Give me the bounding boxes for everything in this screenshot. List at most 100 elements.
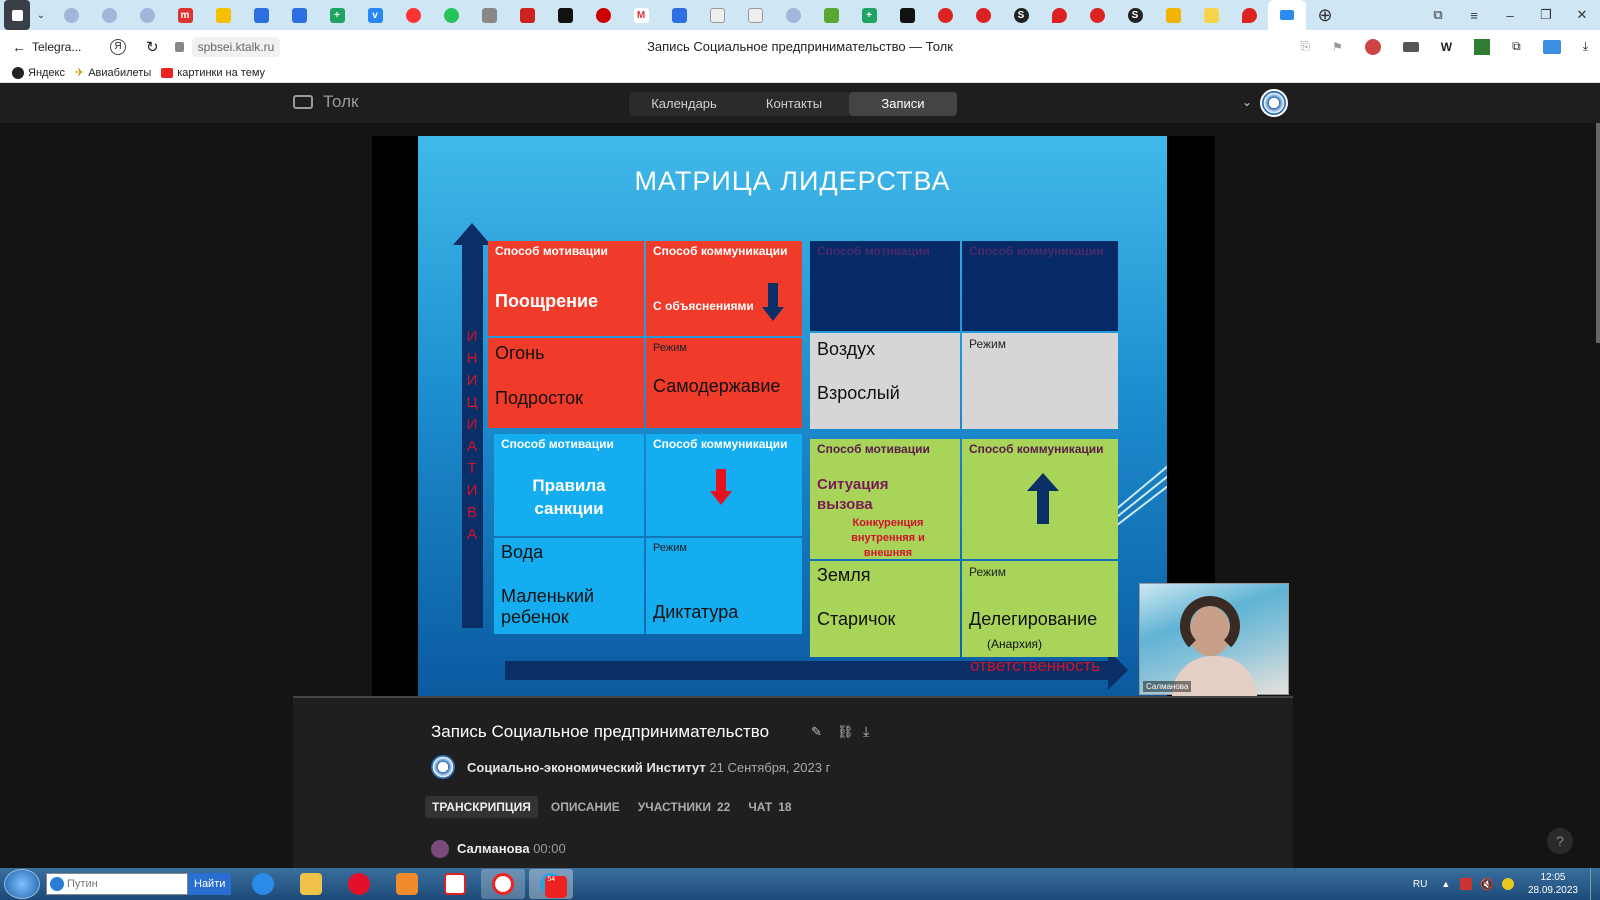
telegram-icon[interactable]: 54 (529, 869, 574, 899)
profile-dropdown-icon[interactable]: ⌄ (1242, 95, 1252, 109)
extension-icon[interactable] (1364, 38, 1381, 55)
tab-favicon-icon[interactable] (242, 0, 280, 30)
tab-favicon-icon[interactable] (280, 0, 318, 30)
bookmark-icon[interactable]: ⚑ (1332, 40, 1343, 54)
tab-favicon-icon[interactable] (1078, 0, 1116, 30)
yandex-icon[interactable]: Я (110, 38, 126, 55)
nav-calendar[interactable]: Календарь (629, 92, 739, 116)
tab-chat[interactable]: ЧАТ 18 (741, 796, 798, 818)
tab-favicon-icon[interactable]: v (356, 0, 394, 30)
tab-active-talk[interactable] (1268, 0, 1306, 30)
action-center-flag-icon[interactable] (1460, 878, 1473, 890)
tab-favicon-icon[interactable] (926, 0, 964, 30)
tab-favicon-icon[interactable] (964, 0, 1002, 30)
nav-contacts[interactable]: Контакты (739, 92, 849, 116)
tab-favicon-icon[interactable] (1230, 0, 1268, 30)
taskbar-search-input[interactable] (46, 873, 188, 895)
tab-favicon-icon[interactable] (470, 0, 508, 30)
start-button[interactable] (4, 869, 40, 899)
tab-transcription[interactable]: ТРАНСКРИПЦИЯ (425, 796, 538, 818)
tab-favicon-icon[interactable] (128, 0, 166, 30)
download-icon[interactable]: ⤓ (1583, 39, 1588, 54)
tab-favicon-icon[interactable] (1040, 0, 1078, 30)
extension-icon[interactable]: W (1441, 40, 1452, 54)
tab-favicon-icon[interactable] (812, 0, 850, 30)
new-tab-button[interactable]: ⊕ (1306, 0, 1344, 30)
back-tab-label[interactable]: Telegra... (32, 40, 88, 54)
tab-favicon-icon[interactable]: S (1116, 0, 1154, 30)
tab-favicon-icon[interactable] (584, 0, 622, 30)
reload-icon[interactable]: ↻ (146, 38, 159, 56)
org-name[interactable]: Социально-экономический Институт (467, 760, 706, 775)
acrobat-icon[interactable] (433, 869, 477, 899)
internet-explorer-icon[interactable] (241, 869, 285, 899)
tab-favicon-icon[interactable] (774, 0, 812, 30)
tray-app-icon[interactable] (1501, 878, 1514, 890)
bookmark-yandex[interactable]: Яндекс (28, 67, 65, 79)
tab-favicon-icon[interactable] (1154, 0, 1192, 30)
nav-records[interactable]: Записи (849, 92, 957, 116)
red-mode: Самодержавие (653, 376, 781, 396)
chevron-down-icon[interactable]: ⌄ (30, 0, 52, 30)
translate-icon[interactable]: ⎘ (1300, 39, 1310, 54)
sound-tab-icon[interactable] (4, 0, 30, 30)
tab-favicon-icon[interactable] (660, 0, 698, 30)
slide: МАТРИЦА ЛИДЕРСТВА И Н И Ц И А Т И В А от… (418, 136, 1167, 696)
download-icon[interactable]: ⤓ (863, 723, 869, 740)
speaker-video-thumbnail[interactable]: Салманова (1139, 583, 1289, 696)
media-player-icon[interactable] (385, 869, 429, 899)
edit-icon[interactable]: ✎ (811, 724, 822, 740)
tab-favicon-icon[interactable]: M (622, 0, 660, 30)
tab-favicon-icon[interactable] (90, 0, 128, 30)
tray-expand-icon[interactable]: ▲ (1441, 879, 1450, 889)
tab-favicon-icon[interactable] (432, 0, 470, 30)
yandex-browser-icon[interactable] (481, 869, 526, 899)
opera-icon[interactable] (337, 869, 381, 899)
pip-name: Салманова (1143, 681, 1192, 692)
video-player[interactable]: МАТРИЦА ЛИДЕРСТВА И Н И Ц И А Т И В А от… (0, 123, 1600, 698)
file-explorer-icon[interactable] (289, 869, 333, 899)
tab-favicon-icon[interactable] (508, 0, 546, 30)
tab-participants[interactable]: УЧАСТНИКИ 22 (631, 796, 738, 818)
tab-favicon-icon[interactable]: m (166, 0, 204, 30)
close-button[interactable]: ✕ (1564, 7, 1600, 23)
tab-favicon-icon[interactable]: + (318, 0, 356, 30)
url-field[interactable]: spbsei.ktalk.ru (191, 36, 281, 57)
clock[interactable]: 12:05 28.09.2023 (1528, 871, 1578, 897)
page-scrollbar[interactable] (1596, 123, 1600, 343)
tab-favicon-icon[interactable] (52, 0, 90, 30)
green-motivation-label: Способ мотивации (817, 442, 930, 456)
link-icon[interactable]: ⛓ (837, 724, 854, 740)
app-logo[interactable]: Толк (293, 92, 359, 112)
tab-favicon-icon[interactable] (394, 0, 432, 30)
extension-icon[interactable] (1402, 41, 1419, 52)
language-indicator[interactable]: RU (1413, 879, 1427, 890)
tab-favicon-icon[interactable]: S (1002, 0, 1040, 30)
recording-date: 21 Сентября, 2023 г (709, 760, 831, 775)
bookmark-pictures[interactable]: картинки на тему (177, 67, 265, 79)
tab-favicon-icon[interactable]: + (850, 0, 888, 30)
tab-favicon-icon[interactable] (698, 0, 736, 30)
tab-favicon-icon[interactable] (736, 0, 774, 30)
help-button[interactable]: ? (1547, 828, 1573, 854)
extension-icon[interactable] (1474, 38, 1491, 55)
tab-description[interactable]: ОПИСАНИЕ (544, 796, 627, 818)
extension-icon[interactable] (1542, 39, 1561, 54)
volume-muted-icon[interactable]: 🔇 (1480, 878, 1494, 891)
bookmark-flights[interactable]: Авиабилеты (88, 67, 151, 79)
restore-button[interactable]: ❐ (1528, 7, 1564, 23)
tab-favicon-icon[interactable] (204, 0, 242, 30)
tab-favicon-icon[interactable] (888, 0, 926, 30)
back-arrow-icon[interactable]: ← (12, 39, 26, 55)
tab-favicon-icon[interactable] (1192, 0, 1230, 30)
taskbar-search-button[interactable]: Найти (188, 873, 232, 895)
menu-icon[interactable]: ≡ (1456, 8, 1492, 23)
navy-motivation-cell: Способ мотивации (810, 241, 960, 331)
extension-icon[interactable]: ⧉ (1512, 39, 1521, 54)
minimize-button[interactable]: – (1492, 8, 1528, 23)
tab-favicon-icon[interactable] (546, 0, 584, 30)
collections-icon[interactable]: ⧉ (1420, 7, 1456, 23)
avatar[interactable] (1260, 89, 1288, 117)
transcript-time[interactable]: 00:00 (533, 841, 566, 856)
show-desktop-button[interactable] (1590, 868, 1600, 900)
